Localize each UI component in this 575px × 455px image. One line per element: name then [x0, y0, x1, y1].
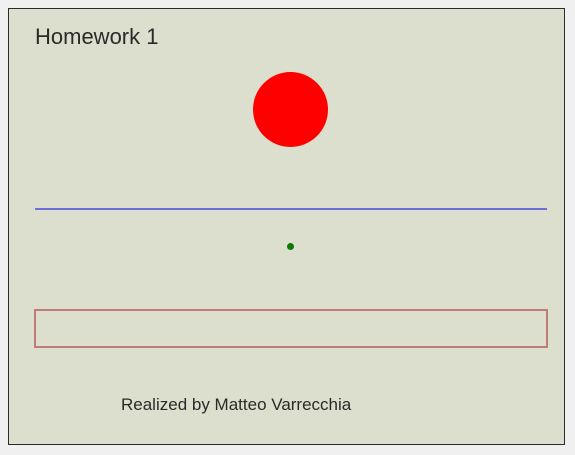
canvas-panel: Homework 1 Realized by Matteo Varrecchia	[8, 8, 565, 445]
page-frame: Homework 1 Realized by Matteo Varrecchia	[0, 0, 575, 455]
page-title: Homework 1	[35, 24, 159, 49]
green-dot[interactable]	[287, 243, 294, 250]
input-box[interactable]	[34, 309, 548, 348]
red-ball[interactable]	[253, 72, 328, 147]
blue-line	[35, 208, 547, 210]
author-credit: Realized by Matteo Varrecchia	[121, 395, 352, 414]
